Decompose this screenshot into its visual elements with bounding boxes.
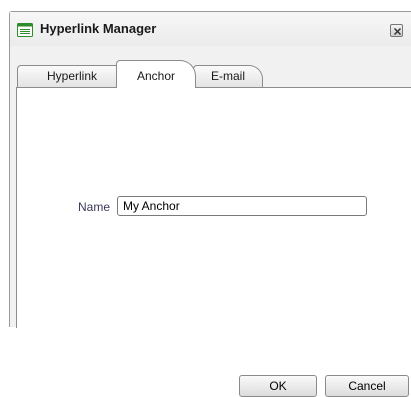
dialog-title: Hyperlink Manager (40, 21, 157, 36)
tab-strip: Hyperlink E-mail Anchor (10, 52, 411, 88)
close-icon (393, 27, 402, 36)
close-button[interactable] (390, 24, 403, 37)
title-bar[interactable]: Hyperlink Manager (10, 12, 411, 46)
name-label: Name (78, 200, 111, 214)
tab-email[interactable]: E-mail (193, 65, 263, 87)
document-list-icon (17, 23, 33, 37)
anchor-name-input[interactable] (117, 196, 367, 216)
tab-label: E-mail (210, 69, 245, 83)
tab-label: Anchor (136, 69, 176, 83)
tab-anchor[interactable]: Anchor (116, 60, 196, 88)
ok-button[interactable]: OK (239, 375, 317, 397)
hyperlink-manager-dialog: Hyperlink Manager Hyperlink E-mail Ancho… (9, 11, 411, 397)
cancel-button[interactable]: Cancel (325, 375, 409, 397)
tab-hyperlink[interactable]: Hyperlink (17, 65, 127, 87)
tab-label: Hyperlink (46, 69, 97, 83)
anchor-tab-panel: Name OK Cancel (16, 87, 411, 397)
